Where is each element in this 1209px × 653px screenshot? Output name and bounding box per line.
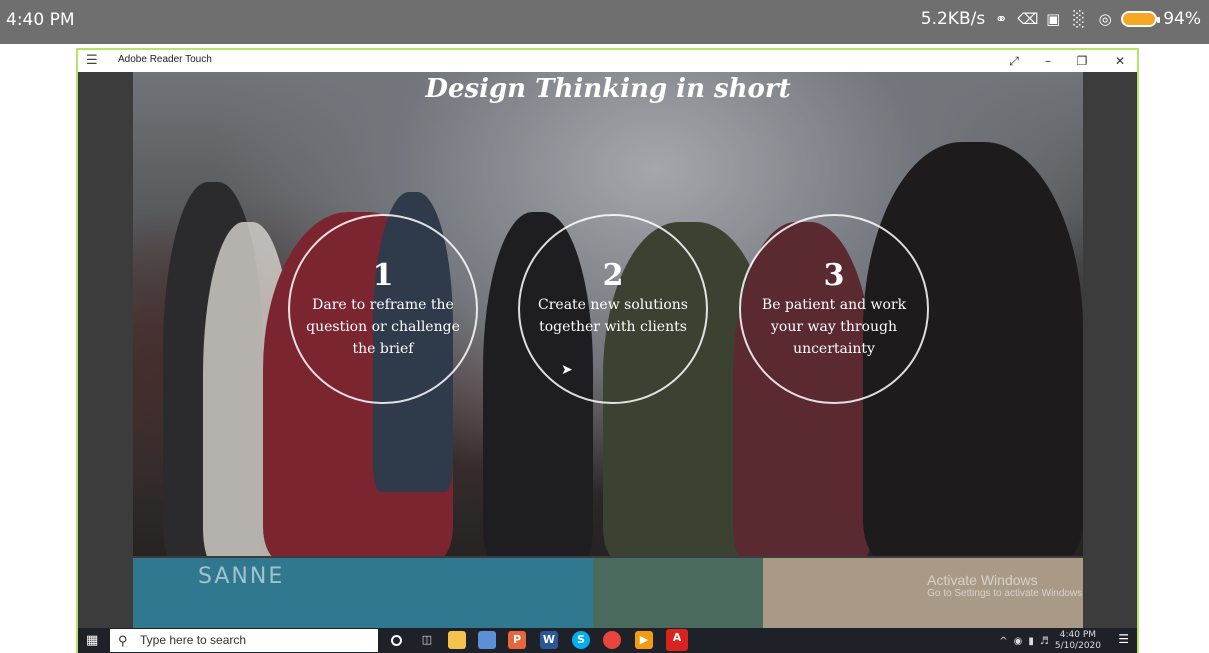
wifi-icon: ◎ bbox=[1098, 10, 1112, 28]
battery-tray-icon[interactable]: ▮ bbox=[1028, 636, 1034, 647]
notes-app-icon[interactable] bbox=[478, 631, 496, 649]
signal-icon: ░ bbox=[1073, 10, 1085, 28]
search-placeholder: Type here to search bbox=[140, 633, 247, 647]
reader-window: ☰ Adobe Reader Touch ⤢ – ❐ ✕ Design Thin… bbox=[76, 48, 1139, 653]
acrobat-app-icon[interactable]: A bbox=[666, 629, 688, 651]
task-view-icon[interactable]: ◫ bbox=[418, 631, 436, 649]
step-circle-2: 2 Create new solutions together with cli… bbox=[518, 214, 708, 404]
next-slide-preview[interactable]: SANNE Activate Windows Go to Settings to… bbox=[133, 558, 1083, 628]
paint-app-icon[interactable]: P bbox=[508, 631, 526, 649]
phone-time: 4:40 PM bbox=[6, 10, 75, 30]
taskbar-search-box[interactable]: ⚲ Type here to search bbox=[110, 629, 378, 652]
watermark-line1: Activate Windows bbox=[927, 572, 1038, 588]
battery-percent: 94% bbox=[1163, 9, 1201, 29]
chrome-app-icon[interactable] bbox=[603, 631, 621, 649]
step-text: Dare to reframe the question or challeng… bbox=[306, 297, 460, 357]
document-view[interactable]: Design Thinking in short 1 Dare to refra… bbox=[78, 72, 1137, 628]
cortana-icon[interactable] bbox=[391, 635, 402, 646]
windows-start-icon[interactable]: ▦ bbox=[86, 633, 98, 648]
step-text: Create new solutions together with clien… bbox=[538, 297, 688, 335]
phone-status-bar: 4:40 PM 5.2KB/s ⚭ ⌫ ▣ ░ ◎ 94% bbox=[0, 0, 1209, 44]
activate-windows-watermark: Activate Windows Go to Settings to activ… bbox=[927, 572, 1083, 599]
network-speed: 5.2KB/s bbox=[920, 9, 986, 29]
window-title: Adobe Reader Touch bbox=[118, 54, 212, 65]
maximize-button[interactable]: ❐ bbox=[1070, 52, 1094, 70]
fullscreen-icon[interactable]: ⤢ bbox=[1002, 52, 1026, 70]
media-app-icon[interactable]: ▶ bbox=[635, 631, 653, 649]
clock-time: 4:40 PM bbox=[1059, 630, 1097, 640]
window-titlebar: ☰ Adobe Reader Touch ⤢ – ❐ ✕ bbox=[78, 50, 1137, 72]
file-explorer-icon[interactable] bbox=[448, 631, 466, 649]
step-circle-3: 3 Be patient and work your way through u… bbox=[739, 214, 929, 404]
volume-icon[interactable]: ♬ bbox=[1040, 636, 1049, 647]
step-circle-1: 1 Dare to reframe the question or challe… bbox=[288, 214, 478, 404]
word-app-icon[interactable]: W bbox=[540, 631, 558, 649]
clock-date: 5/10/2020 bbox=[1054, 641, 1101, 651]
headset-icon: ⚭ bbox=[994, 10, 1008, 28]
network-icon[interactable]: ◉ bbox=[1014, 636, 1023, 647]
skype-app-icon[interactable]: S bbox=[572, 631, 590, 649]
step-text: Be patient and work your way through unc… bbox=[761, 297, 907, 357]
taskbar-clock[interactable]: 4:40 PM 5/10/2020 bbox=[1055, 630, 1101, 652]
notification-center-icon[interactable]: ☰ bbox=[1118, 632, 1129, 646]
mouse-cursor-icon: ➤ bbox=[561, 362, 573, 378]
filmstrip-text: SANNE bbox=[198, 564, 285, 589]
system-tray: ^ ◉ ▮ ♬ 4:40 PM 5/10/2020 bbox=[999, 630, 1101, 652]
volte-icon: ▣ bbox=[1046, 10, 1061, 28]
step-number: 3 bbox=[823, 258, 845, 293]
step-number: 2 bbox=[602, 258, 624, 293]
watermark-line2: Go to Settings to activate Windows. bbox=[927, 588, 1083, 599]
windows-taskbar: ▦ ⚲ Type here to search ◫ P W S ▶ A ^ ◉ … bbox=[78, 628, 1137, 653]
minimize-button[interactable]: – bbox=[1036, 52, 1060, 70]
phone-status-icons: 5.2KB/s ⚭ ⌫ ▣ ░ ◎ 94% bbox=[921, 9, 1201, 29]
hamburger-menu-icon[interactable]: ☰ bbox=[86, 53, 98, 68]
slide-title: Design Thinking in short bbox=[425, 74, 791, 104]
mute-bell-icon: ⌫ bbox=[1017, 10, 1039, 28]
battery-icon bbox=[1121, 11, 1161, 27]
slide-page: Design Thinking in short 1 Dare to refra… bbox=[133, 72, 1083, 556]
search-icon: ⚲ bbox=[118, 633, 128, 648]
step-number: 1 bbox=[372, 258, 394, 293]
close-button[interactable]: ✕ bbox=[1108, 52, 1132, 70]
chevron-up-icon[interactable]: ^ bbox=[999, 636, 1007, 647]
